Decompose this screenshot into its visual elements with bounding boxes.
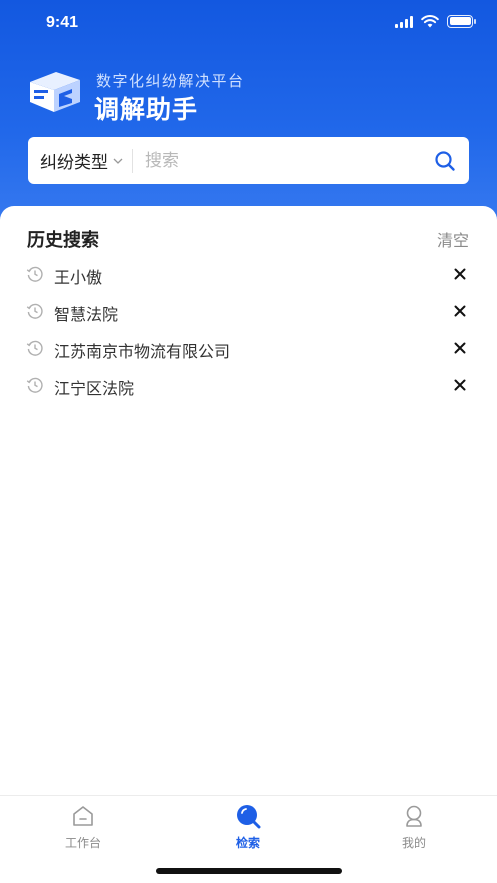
history-item-label: 江宁区法院 — [54, 379, 135, 398]
history-item[interactable]: 王小傲 — [0, 256, 497, 293]
history-clock-icon — [26, 303, 43, 319]
tab-workbench[interactable]: 工作台 — [33, 802, 133, 851]
history-clock-icon — [26, 377, 43, 393]
tab-label: 我的 — [401, 836, 426, 850]
history-item-label: 智慧法院 — [54, 305, 119, 324]
header-background: 9:41 数字化纠纷解决平台 调解助手 纠纷类型 — [0, 0, 497, 240]
workbench-icon — [73, 806, 93, 826]
history-panel: 历史搜索 清空 王小傲 智慧法院 江苏南京市物流有限公司 江宁区法院 — [0, 206, 497, 883]
search-tab-icon — [237, 805, 261, 829]
history-item-label: 江苏南京市物流有限公司 — [54, 342, 231, 361]
battery-icon — [447, 14, 476, 28]
tab-label: 工作台 — [64, 836, 101, 850]
tab-label: 检索 — [235, 836, 260, 850]
profile-icon — [406, 805, 422, 827]
history-item[interactable]: 智慧法院 — [0, 293, 497, 330]
chevron-down-icon[interactable] — [112, 155, 124, 167]
tab-search[interactable]: 检索 — [198, 802, 298, 851]
home-indicator — [156, 868, 342, 874]
app-logo-icon — [30, 72, 80, 112]
history-item[interactable]: 江苏南京市物流有限公司 — [0, 330, 497, 367]
close-icon[interactable] — [451, 376, 469, 394]
search-bar: 纠纷类型 — [28, 137, 469, 184]
history-item-label: 王小傲 — [54, 268, 103, 287]
tab-profile[interactable]: 我的 — [364, 802, 464, 851]
status-time: 9:41 — [46, 14, 79, 31]
cellular-signal-icon — [395, 15, 413, 28]
history-list: 王小傲 智慧法院 江苏南京市物流有限公司 江宁区法院 — [0, 256, 497, 404]
history-clock-icon — [26, 340, 43, 356]
wifi-icon — [421, 15, 439, 28]
dispute-type-filter[interactable]: 纠纷类型 — [40, 148, 108, 173]
history-clock-icon — [26, 266, 43, 282]
search-divider — [132, 148, 133, 173]
close-icon[interactable] — [451, 265, 469, 283]
close-icon[interactable] — [451, 302, 469, 320]
history-item[interactable]: 江宁区法院 — [0, 367, 497, 404]
search-icon[interactable] — [433, 149, 457, 173]
status-bar: 9:41 — [0, 0, 497, 48]
history-title: 历史搜索 — [27, 230, 99, 251]
status-icons — [395, 14, 476, 28]
brand-title: 调解助手 — [94, 95, 199, 124]
search-input[interactable] — [145, 150, 433, 171]
clear-history-button[interactable]: 清空 — [437, 227, 469, 251]
close-icon[interactable] — [451, 339, 469, 357]
brand-subtitle: 数字化纠纷解决平台 — [96, 72, 245, 90]
